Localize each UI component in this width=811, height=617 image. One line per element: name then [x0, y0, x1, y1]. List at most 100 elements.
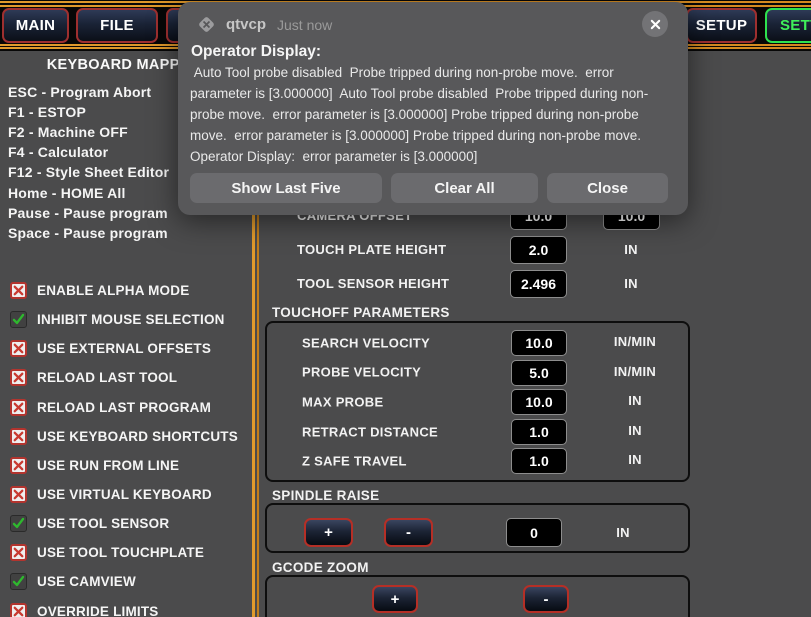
option-label: USE TOOL TOUCHPLATE	[37, 545, 204, 560]
options-checkbox-list: ENABLE ALPHA MODE INHIBIT MOUSE SELECTIO…	[0, 276, 253, 617]
check-mark-icon	[12, 313, 25, 326]
spindle-raise-group: + - 0 IN	[265, 503, 690, 553]
touchoff-unit: IN/MIN	[595, 364, 675, 379]
spindle-raise-minus-button[interactable]: -	[384, 518, 433, 547]
option-row[interactable]: USE KEYBOARD SHORTCUTS	[0, 422, 253, 451]
spindle-raise-title: SPINDLE RAISE	[272, 488, 379, 503]
tool-sensor-height-input[interactable]: 2.496	[510, 270, 567, 298]
qtvcp-logo-icon	[196, 14, 217, 35]
x-mark-icon	[13, 402, 24, 413]
option-row[interactable]: ENABLE ALPHA MODE	[0, 276, 253, 305]
close-icon	[650, 19, 661, 30]
check-mark-icon	[12, 517, 25, 530]
option-row[interactable]: RELOAD LAST PROGRAM	[0, 393, 253, 422]
option-row[interactable]: USE TOOL SENSOR	[0, 509, 253, 538]
touchoff-row: Z SAFE TRAVEL 1.0 IN	[267, 446, 688, 476]
x-mark-icon	[13, 285, 24, 296]
tab-file[interactable]: FILE	[76, 8, 158, 43]
touchoff-parameters-title: TOUCHOFF PARAMETERS	[272, 305, 450, 320]
checkbox[interactable]	[10, 486, 27, 503]
touch-plate-height-unit: IN	[595, 236, 667, 264]
touchoff-value-input[interactable]: 10.0	[511, 389, 567, 415]
tab-settings-active[interactable]: SETTINGS	[765, 8, 811, 43]
option-row[interactable]: INHIBIT MOUSE SELECTION	[0, 305, 253, 334]
checkbox[interactable]	[10, 311, 27, 328]
x-mark-icon	[13, 606, 24, 617]
option-row[interactable]: USE EXTERNAL OFFSETS	[0, 334, 253, 363]
option-label: USE CAMVIEW	[37, 574, 136, 589]
x-mark-icon	[13, 489, 24, 500]
checkbox[interactable]	[10, 340, 27, 357]
check-mark-icon	[12, 575, 25, 588]
checkbox[interactable]	[10, 515, 27, 532]
option-row[interactable]: OVERRIDE LIMITS	[0, 597, 253, 617]
touchoff-row-label: Z SAFE TRAVEL	[302, 454, 407, 469]
x-mark-icon	[13, 372, 24, 383]
show-last-five-button[interactable]: Show Last Five	[190, 173, 382, 203]
spindle-raise-unit: IN	[592, 518, 654, 547]
spindle-raise-plus-button[interactable]: +	[304, 518, 353, 547]
touchoff-parameters-group: SEARCH VELOCITY 10.0 IN/MIN PROBE VELOCI…	[265, 321, 690, 482]
option-row[interactable]: USE RUN FROM LINE	[0, 451, 253, 480]
option-label: USE KEYBOARD SHORTCUTS	[37, 429, 238, 444]
x-mark-icon	[13, 431, 24, 442]
close-button[interactable]: Close	[547, 173, 668, 203]
tool-sensor-height-unit: IN	[595, 270, 667, 298]
x-mark-icon	[13, 460, 24, 471]
checkbox[interactable]	[10, 573, 27, 590]
touchoff-value-input[interactable]: 1.0	[511, 419, 567, 445]
touchoff-value-input[interactable]: 5.0	[511, 360, 567, 386]
option-row[interactable]: USE VIRTUAL KEYBOARD	[0, 480, 253, 509]
touchoff-row-label: PROBE VELOCITY	[302, 365, 421, 380]
option-label: ENABLE ALPHA MODE	[37, 283, 189, 298]
gcode-zoom-minus-button[interactable]: -	[523, 585, 569, 613]
checkbox[interactable]	[10, 457, 27, 474]
option-label: USE RUN FROM LINE	[37, 458, 179, 473]
tab-main[interactable]: MAIN	[2, 8, 69, 43]
touch-plate-height-input[interactable]: 2.0	[510, 236, 567, 264]
option-label: OVERRIDE LIMITS	[37, 604, 159, 617]
option-row[interactable]: RELOAD LAST TOOL	[0, 363, 253, 392]
checkbox[interactable]	[10, 282, 27, 299]
touchoff-unit: IN	[595, 452, 675, 467]
touchoff-row: PROBE VELOCITY 5.0 IN/MIN	[267, 358, 688, 388]
touchoff-row-label: RETRACT DISTANCE	[302, 424, 438, 439]
option-label: USE VIRTUAL KEYBOARD	[37, 487, 212, 502]
option-label: RELOAD LAST TOOL	[37, 370, 177, 385]
touchoff-row-label: MAX PROBE	[302, 394, 383, 409]
checkbox[interactable]	[10, 399, 27, 416]
option-label: INHIBIT MOUSE SELECTION	[37, 312, 225, 327]
touchoff-row: SEARCH VELOCITY 10.0 IN/MIN	[267, 328, 688, 358]
touchoff-value-input[interactable]: 10.0	[511, 330, 567, 356]
notification-popup: qtvcp Just now Operator Display: Auto To…	[178, 2, 688, 215]
notification-title: Operator Display:	[191, 43, 321, 61]
settings-screen: MAIN FILE SETUP SETTINGS KEYBOARD MAPPIN…	[0, 0, 811, 617]
option-label: RELOAD LAST PROGRAM	[37, 400, 211, 415]
clear-all-button[interactable]: Clear All	[391, 173, 538, 203]
touchoff-value-input[interactable]: 1.0	[511, 448, 567, 474]
gcode-zoom-title: GCODE ZOOM	[272, 560, 369, 575]
touchoff-row: MAX PROBE 10.0 IN	[267, 387, 688, 417]
notification-close-button[interactable]	[642, 11, 668, 37]
gcode-zoom-group: + -	[265, 575, 690, 617]
checkbox[interactable]	[10, 428, 27, 445]
touchoff-row-label: SEARCH VELOCITY	[302, 335, 430, 350]
tool-sensor-height-label: TOOL SENSOR HEIGHT	[297, 270, 449, 298]
touchoff-unit: IN	[595, 423, 675, 438]
option-row[interactable]: USE TOOL TOUCHPLATE	[0, 538, 253, 567]
checkbox[interactable]	[10, 544, 27, 561]
notification-body-text: Auto Tool probe disabled Probe tripped d…	[190, 63, 672, 168]
keyboard-mapping-item: Space - Pause program	[8, 223, 250, 243]
x-mark-icon	[13, 343, 24, 354]
option-label: USE EXTERNAL OFFSETS	[37, 341, 211, 356]
notification-header: qtvcp Just now	[196, 14, 332, 35]
gcode-zoom-plus-button[interactable]: +	[372, 585, 418, 613]
option-row[interactable]: USE CAMVIEW	[0, 567, 253, 596]
touch-plate-height-label: TOUCH PLATE HEIGHT	[297, 236, 446, 264]
spindle-raise-value[interactable]: 0	[506, 518, 562, 547]
checkbox[interactable]	[10, 603, 27, 617]
notification-app-name: qtvcp	[226, 16, 266, 33]
x-mark-icon	[13, 547, 24, 558]
checkbox[interactable]	[10, 369, 27, 386]
tab-setup[interactable]: SETUP	[686, 8, 757, 43]
